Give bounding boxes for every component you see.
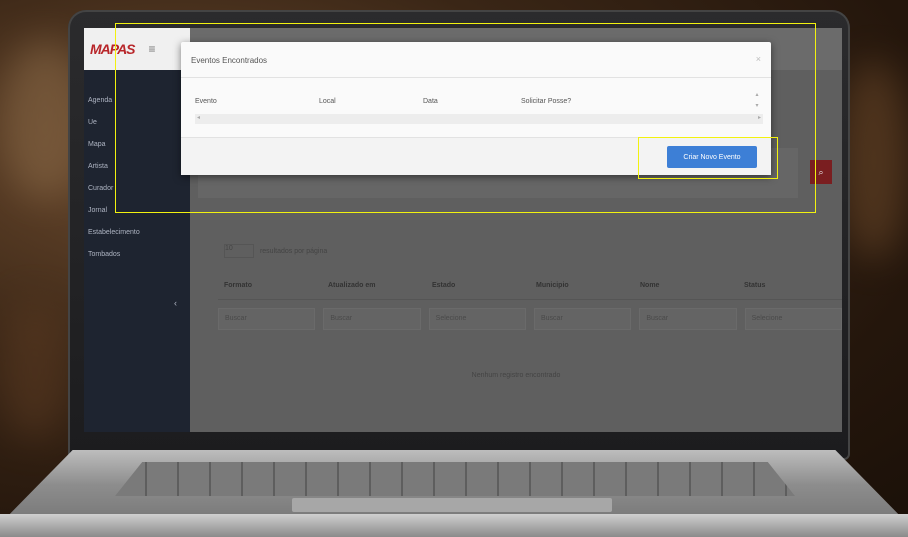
filter-input[interactable]: Buscar — [533, 308, 632, 330]
close-icon[interactable]: × — [756, 54, 761, 64]
menu-toggle-icon[interactable]: ≡ — [149, 42, 156, 56]
laptop-base-edge — [0, 514, 908, 537]
column-header-solicitar-posse[interactable]: Solicitar Posse? — [521, 94, 661, 110]
per-page-select[interactable]: 10 — [224, 244, 254, 258]
filter-input[interactable]: Buscar — [218, 308, 316, 330]
laptop-touchpad — [292, 498, 612, 512]
laptop-keyboard — [115, 462, 795, 496]
background-blur — [840, 60, 908, 260]
sidebar-item[interactable]: Agenda — [84, 90, 190, 112]
collapse-sidebar-icon[interactable]: ‹ — [174, 298, 177, 308]
sidebar-item[interactable]: Artista — [84, 156, 190, 178]
column-header[interactable]: Nome — [634, 272, 738, 300]
events-table-header: Evento Local Data Solicitar Posse? — [195, 94, 763, 110]
modal-title: Eventos Encontrados — [191, 56, 268, 65]
column-header[interactable]: Municipio — [530, 272, 634, 300]
filter-input[interactable]: Buscar — [323, 308, 421, 330]
laptop-screen: MAPAS ≡ Agenda Ue Mapa Artista Curador J… — [84, 28, 842, 432]
empty-message: Nenhum registro encontrado — [471, 372, 561, 379]
app-logo[interactable]: MAPAS — [90, 41, 136, 57]
sidebar: MAPAS ≡ Agenda Ue Mapa Artista Curador J… — [84, 28, 190, 432]
events-table: Evento Local Data Solicitar Posse? ◂ ▸ — [195, 94, 763, 124]
per-page-label: resultados por página — [259, 247, 328, 255]
sidebar-item[interactable]: Curador — [84, 178, 190, 200]
modal-footer: Criar Novo Evento — [181, 137, 771, 175]
per-page-value: 10 — [225, 245, 233, 252]
logo-bar: MAPAS ≡ — [84, 28, 190, 70]
column-header[interactable]: Status — [738, 272, 842, 300]
create-event-button[interactable]: Criar Novo Evento — [667, 146, 757, 168]
sidebar-item[interactable]: Jornal — [84, 200, 190, 222]
sidebar-item[interactable]: Ue — [84, 112, 190, 134]
per-page-control: 10 resultados por página — [224, 244, 327, 258]
sidebar-menu: Agenda Ue Mapa Artista Curador Jornal Es… — [84, 70, 190, 266]
column-header-local[interactable]: Local — [319, 94, 423, 110]
filter-input[interactable]: Buscar — [639, 308, 737, 330]
background-blur — [0, 300, 70, 440]
sidebar-item[interactable]: Mapa — [84, 134, 190, 156]
scroll-left-icon[interactable]: ◂ — [197, 114, 200, 121]
filter-select[interactable]: Selecione — [744, 308, 842, 330]
table-header: Formato Atualizado em Estado Municipio N… — [218, 272, 842, 300]
vertical-scrollbar[interactable]: ▴ ▾ — [753, 90, 761, 124]
column-header-data[interactable]: Data — [423, 94, 521, 110]
search-button[interactable]: ⌕ — [810, 160, 832, 184]
search-icon: ⌕ — [818, 167, 824, 177]
column-header[interactable]: Atualizado em — [322, 272, 426, 300]
events-modal: Eventos Encontrados × Evento Local Data … — [181, 42, 771, 175]
column-header-evento[interactable]: Evento — [195, 94, 319, 110]
horizontal-scrollbar[interactable]: ◂ ▸ — [195, 114, 763, 124]
table-filter-row: Buscar Buscar Selecione Buscar Buscar Se… — [218, 308, 842, 330]
filter-select[interactable]: Selecione — [428, 308, 526, 330]
column-header[interactable]: Estado — [426, 272, 530, 300]
column-header[interactable]: Formato — [218, 272, 322, 300]
sidebar-item[interactable]: Tombados — [84, 244, 190, 266]
sidebar-item[interactable]: Estabelecimento — [84, 222, 190, 244]
modal-header: Eventos Encontrados × — [181, 42, 771, 78]
